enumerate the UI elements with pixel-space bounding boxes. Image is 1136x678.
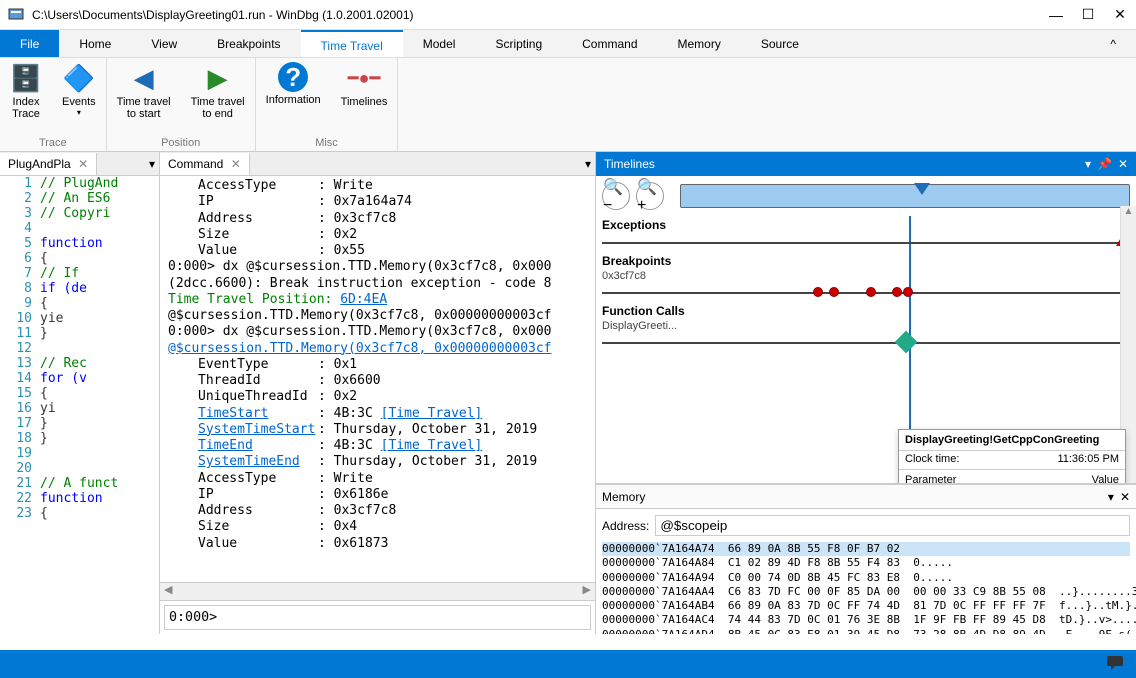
zoom-out-button[interactable]: 🔍− (602, 182, 630, 210)
close-tab-icon[interactable]: ✕ (78, 157, 88, 171)
zoom-in-button[interactable]: 🔍+ (636, 182, 664, 210)
time-travel-end-button[interactable]: ▶ Time travel to end (181, 58, 255, 135)
play-forward-icon: ▶ (202, 62, 234, 94)
menu-timetravel[interactable]: Time Travel (301, 30, 403, 57)
events-icon: 🔷 (63, 62, 95, 94)
index-trace-button[interactable]: 🗄️ Index Trace (0, 58, 52, 135)
timeline-slider[interactable] (680, 184, 1130, 208)
row-function-calls-label: Function Calls (602, 304, 1130, 318)
command-input-area (160, 600, 595, 634)
slider-handle-icon[interactable] (914, 183, 930, 195)
memory-hexdump[interactable]: 00000000`7A164A74 66 89 0A 8B 55 F8 0F B… (596, 542, 1136, 634)
menu-breakpoints[interactable]: Breakpoints (197, 30, 300, 57)
close-button[interactable]: ✕ (1112, 7, 1128, 23)
menu-scripting[interactable]: Scripting (475, 30, 562, 57)
menu-view[interactable]: View (131, 30, 197, 57)
exceptions-track[interactable] (602, 242, 1130, 244)
breakpoint-marker[interactable] (813, 287, 823, 297)
menu-command[interactable]: Command (562, 30, 657, 57)
close-panel-icon[interactable]: ✕ (1120, 490, 1130, 504)
timelines-button[interactable]: ━●━ Timelines (331, 58, 398, 135)
source-panel: PlugAndPla ✕ ▾ 1// PlugAnd2// An ES63// … (0, 152, 160, 634)
minimize-button[interactable]: — (1048, 7, 1064, 23)
ribbon: 🗄️ Index Trace 🔷 Events ▾ Trace ◀ Time t… (0, 58, 1136, 152)
close-panel-icon[interactable]: ✕ (1118, 157, 1128, 171)
window-title: C:\Users\Documents\DisplayGreeting01.run… (32, 8, 1048, 22)
function-call-marker[interactable] (894, 331, 917, 354)
breakpoint-marker[interactable] (892, 287, 902, 297)
menu-model[interactable]: Model (403, 30, 476, 57)
menu-file[interactable]: File (0, 30, 59, 57)
feedback-icon[interactable] (1106, 654, 1124, 675)
time-travel-start-button[interactable]: ◀ Time travel to start (107, 58, 181, 135)
command-input[interactable] (164, 605, 591, 630)
menu-bar: File Home View Breakpoints Time Travel M… (0, 30, 1136, 58)
scroll-left-icon[interactable]: ◀ (164, 583, 172, 600)
address-input[interactable] (655, 515, 1130, 536)
function-name: DisplayGreeti... (602, 320, 1130, 332)
timeline-header: Timelines ▾ 📌 ✕ (596, 152, 1136, 176)
ribbon-group-misc: Misc (256, 135, 398, 151)
code-editor[interactable]: 1// PlugAnd2// An ES63// Copyri45functio… (0, 176, 159, 634)
timeline-icon: ━●━ (348, 62, 380, 94)
timeline-title: Timelines (604, 157, 1079, 171)
row-breakpoints-label: Breakpoints (602, 254, 1130, 268)
menu-source[interactable]: Source (741, 30, 819, 57)
horizontal-scrollbar[interactable]: ◀ ▶ (160, 582, 595, 600)
tooltip-title: DisplayGreeting!GetCppConGreeting (899, 430, 1125, 451)
close-tab-icon[interactable]: ✕ (231, 157, 241, 171)
info-icon: ? (278, 62, 308, 92)
information-button[interactable]: ? Information (256, 58, 331, 135)
menu-home[interactable]: Home (59, 30, 131, 57)
pin-icon[interactable]: 📌 (1097, 157, 1112, 171)
row-exceptions-label: Exceptions (602, 218, 1130, 232)
command-output[interactable]: AccessType: WriteIP: 0x7a164a74Address: … (160, 176, 595, 582)
panel-menu-icon[interactable]: ▾ (1108, 490, 1114, 504)
memory-panel: Memory ▾ ✕ Address: 00000000`7A164A74 66… (596, 484, 1136, 634)
memory-title: Memory (602, 490, 645, 504)
minimize-panel-icon[interactable]: ▾ (1085, 157, 1091, 171)
status-bar (0, 650, 1136, 678)
ribbon-group-trace: Trace (0, 135, 106, 151)
address-label: Address: (602, 519, 649, 533)
timeline-body: 🔍− 🔍+ Exceptions Breakpoints 0x3cf7c8 (596, 176, 1136, 484)
function-tooltip: DisplayGreeting!GetCppConGreeting Clock … (898, 429, 1126, 484)
titlebar: C:\Users\Documents\DisplayGreeting01.run… (0, 0, 1136, 30)
panel-menu-icon[interactable]: ▾ (145, 157, 159, 171)
breakpoint-marker[interactable] (866, 287, 876, 297)
menu-collapse-icon[interactable]: ^ (1090, 30, 1136, 57)
tab-plugandplay[interactable]: PlugAndPla ✕ (0, 153, 97, 175)
tab-command[interactable]: Command ✕ (160, 153, 250, 175)
events-button[interactable]: 🔷 Events ▾ (52, 58, 106, 135)
breakpoints-track[interactable] (602, 292, 1130, 294)
maximize-button[interactable]: ☐ (1080, 7, 1096, 23)
function-track[interactable] (602, 342, 1130, 344)
command-panel: Command ✕ ▾ AccessType: WriteIP: 0x7a164… (160, 152, 596, 634)
scroll-right-icon[interactable]: ▶ (583, 583, 591, 600)
breakpoint-marker[interactable] (903, 287, 913, 297)
menu-memory[interactable]: Memory (658, 30, 741, 57)
ribbon-group-position: Position (107, 135, 255, 151)
database-icon: 🗄️ (10, 62, 42, 94)
panel-menu-icon[interactable]: ▾ (581, 157, 595, 171)
play-back-icon: ◀ (128, 62, 160, 94)
breakpoint-marker[interactable] (829, 287, 839, 297)
app-icon (8, 7, 24, 23)
breakpoint-address: 0x3cf7c8 (602, 270, 1130, 282)
dropdown-icon: ▾ (77, 108, 81, 117)
